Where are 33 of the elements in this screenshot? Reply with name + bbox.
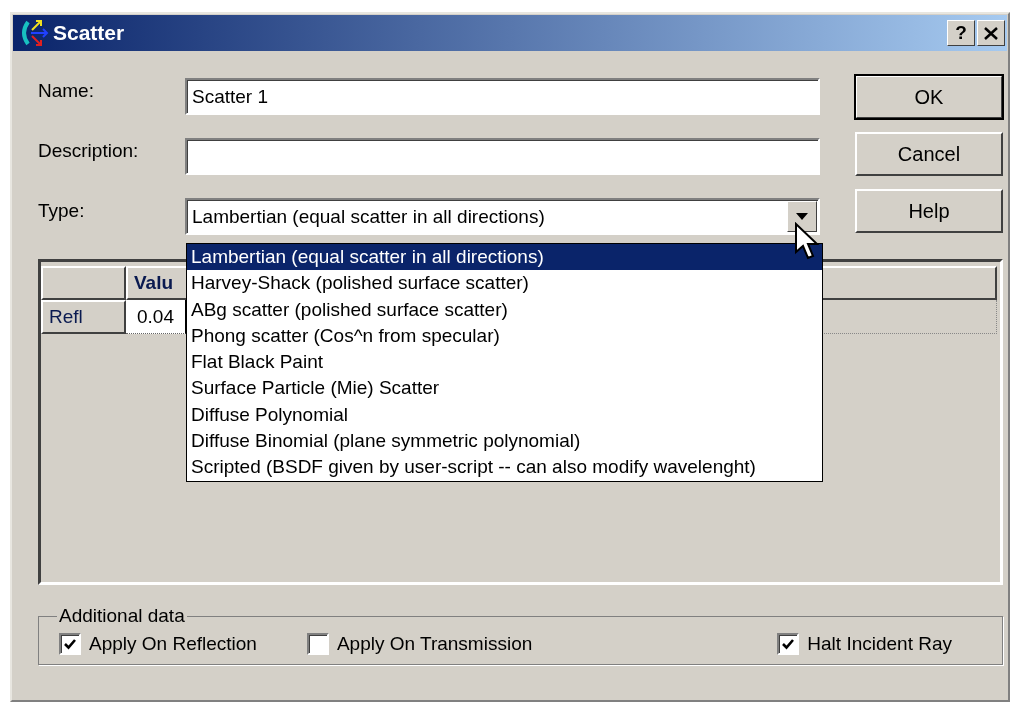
checkbox[interactable]: [777, 632, 800, 655]
dropdown-option[interactable]: Diffuse Binomial (plane symmetric polynomial): [187, 428, 822, 455]
checkbox[interactable]: [306, 632, 329, 655]
close-button[interactable]: [977, 20, 1005, 46]
dropdown-option[interactable]: Phong scatter (Cos^n from specular): [187, 322, 822, 350]
table-cell[interactable]: 0.04: [126, 300, 186, 334]
dialog-button[interactable]: OK: [855, 75, 1003, 119]
caret-icon: [796, 213, 808, 220]
name-field[interactable]: Scatter 1: [185, 78, 820, 115]
type-dropdown[interactable]: Lambertian (equal scatter in all directions): [185, 198, 820, 235]
dropdown-option[interactable]: Surface Particle (Mie) Scatter: [187, 375, 822, 402]
checkbox-label[interactable]: Apply On Reflection: [89, 632, 257, 655]
dropdown-option[interactable]: Scripted (BSDF given by user-script -- can also modify wavelenght): [187, 454, 822, 481]
dropdown-option[interactable]: Harvey-Shack (polished surface scatter): [187, 270, 822, 297]
checkbox-label[interactable]: Apply On Transmission: [336, 632, 533, 655]
checkbox[interactable]: [59, 632, 81, 655]
row-header: Refl: [41, 300, 126, 334]
dropdown-option[interactable]: Diffuse Polynomial: [187, 401, 822, 429]
dropdown-option[interactable]: Flat Black Paint: [187, 349, 822, 376]
checkbox-label[interactable]: Halt Incident Ray: [807, 632, 952, 655]
dialog-button[interactable]: Help: [855, 189, 1003, 233]
field-label: Name:: [38, 79, 95, 102]
dropdown-option[interactable]: Lambertian (equal scatter in all directions): [187, 244, 822, 271]
help-button[interactable]: ?: [947, 20, 975, 46]
dropdown-arrow-button[interactable]: [787, 201, 817, 232]
field-label: Type:: [38, 199, 86, 222]
close-icon: [984, 26, 998, 40]
dialog-button[interactable]: Cancel: [855, 132, 1003, 176]
arrows-icon: [19, 18, 49, 48]
description-field[interactable]: [185, 138, 820, 175]
group-title: Additional data: [58, 605, 186, 627]
window-title: Scatter: [53, 21, 125, 45]
field-label: Description:: [38, 139, 140, 162]
